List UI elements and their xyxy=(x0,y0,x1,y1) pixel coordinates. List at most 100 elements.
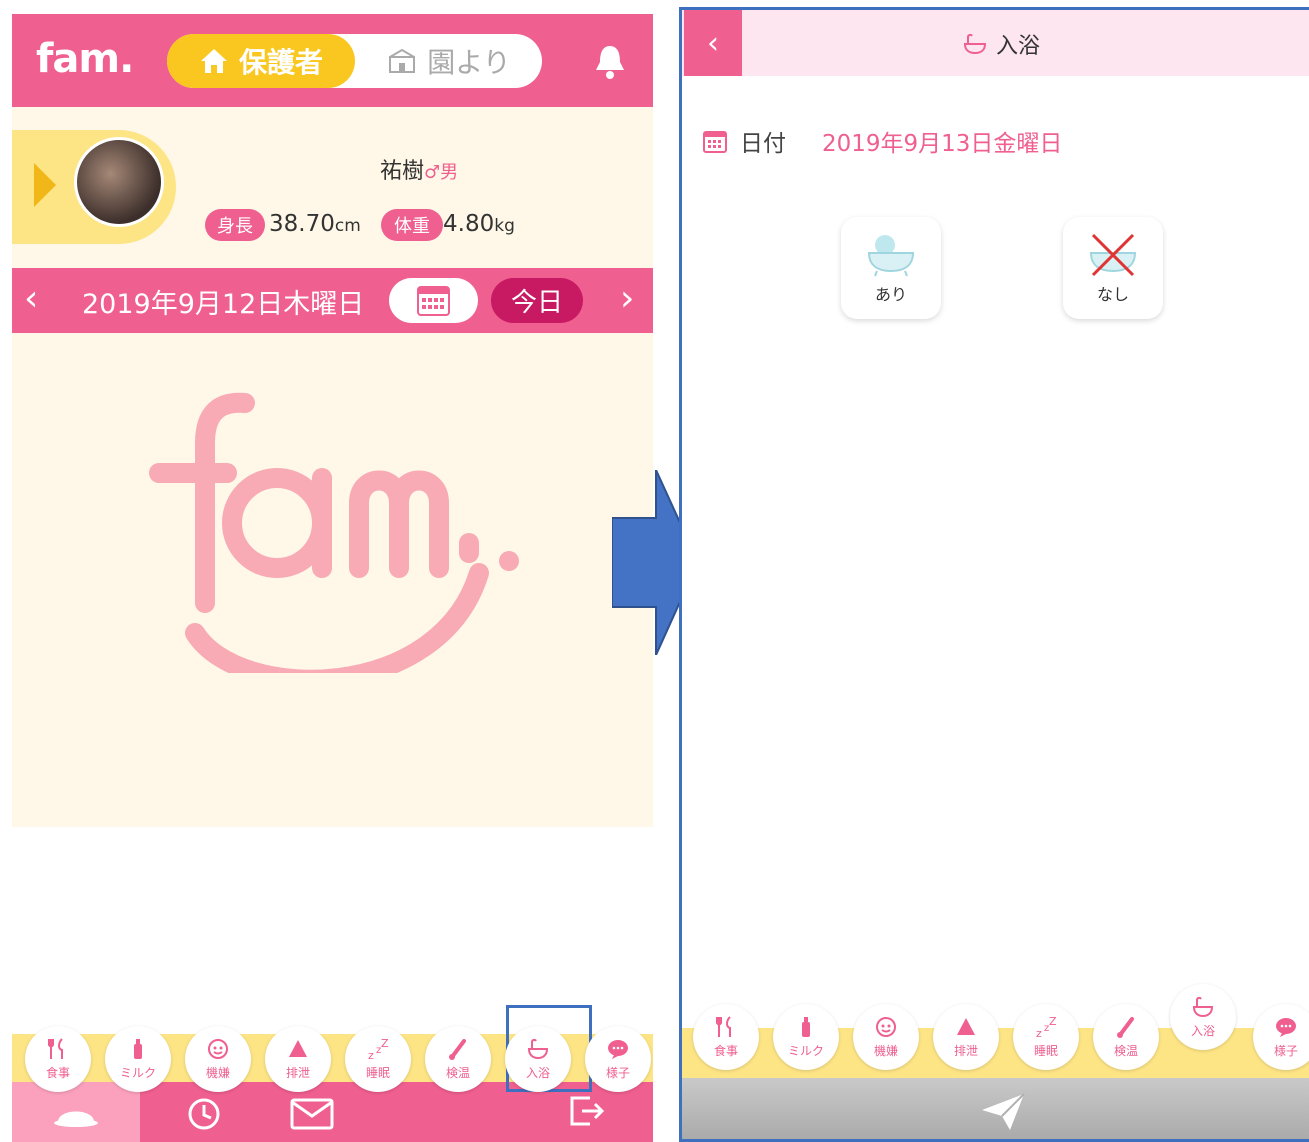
nav-label: 睡眠 xyxy=(1033,1044,1058,1058)
nav-label: 様子 xyxy=(605,1066,630,1080)
bathtub-no-icon xyxy=(1089,233,1137,277)
mail-icon[interactable] xyxy=(290,1098,334,1130)
logout-icon[interactable] xyxy=(568,1092,606,1130)
child-name-text: 祐樹 xyxy=(380,159,425,184)
nav-label: 食事 xyxy=(713,1044,738,1058)
utensils-icon xyxy=(716,1016,731,1037)
nav-label: 機嫌 xyxy=(205,1066,230,1080)
bathtub-icon xyxy=(1192,996,1214,1018)
svg-text:Z: Z xyxy=(1049,1015,1057,1028)
svg-text:Z: Z xyxy=(381,1037,389,1050)
nav-button-7[interactable]: 様子 xyxy=(585,1026,651,1092)
chat-bubble-icon xyxy=(1276,1018,1296,1037)
nav-label: 食事 xyxy=(45,1066,70,1080)
nav-button-5[interactable]: 検温 xyxy=(425,1026,491,1092)
bath-header: ‹ 入浴 xyxy=(682,10,1309,76)
height-unit: cm xyxy=(334,216,361,236)
main-content xyxy=(12,333,653,827)
fam-watermark-logo xyxy=(149,392,519,673)
date-value[interactable]: 2019年9月13日金曜日 xyxy=(822,124,1062,158)
school-tab-label: 園より xyxy=(427,46,511,79)
thermometer-icon xyxy=(449,1039,466,1060)
nav-button-2[interactable]: 機嫌 xyxy=(853,1004,919,1070)
nav-label: 排泄 xyxy=(953,1044,978,1058)
height-tag: 身長 xyxy=(205,209,265,241)
calendar-button[interactable] xyxy=(389,278,478,323)
nav-button-3[interactable]: 排泄 xyxy=(265,1026,331,1092)
bath-no-option[interactable]: なし xyxy=(1063,217,1163,319)
baby-face-icon xyxy=(208,1039,228,1059)
send-bar[interactable] xyxy=(682,1078,1309,1139)
bath-title: 入浴 xyxy=(962,28,1040,60)
svg-text:z: z xyxy=(1036,1027,1042,1039)
bottle-icon xyxy=(802,1017,810,1037)
calendar-icon xyxy=(417,286,450,316)
sleep-zzz-icon: z zZ xyxy=(1036,1015,1057,1039)
poop-icon xyxy=(957,1018,975,1035)
sleep-zzz-icon: z zZ xyxy=(368,1037,389,1061)
bathtub-yes-icon xyxy=(867,235,915,277)
prev-day-button[interactable]: ‹ xyxy=(24,278,38,319)
child-name: 祐樹♂男 xyxy=(380,153,458,185)
nav-label: 排泄 xyxy=(285,1066,310,1080)
height-number: 38.70 xyxy=(269,211,335,237)
chat-bubble-icon xyxy=(608,1040,628,1059)
nav-button-3[interactable]: 排泄 xyxy=(933,1004,999,1070)
expand-arrow-icon[interactable] xyxy=(34,163,56,207)
weight-tag: 体重 xyxy=(381,209,443,241)
poop-icon xyxy=(289,1040,307,1057)
child-sex: ♂男 xyxy=(424,162,459,183)
tab-home[interactable] xyxy=(12,1082,140,1142)
date-bar: ‹ 2019年9月12日木曜日 今日 › xyxy=(12,268,653,333)
fam-logo: fam. xyxy=(36,36,134,82)
nav-label: 睡眠 xyxy=(365,1066,390,1080)
today-button[interactable]: 今日 xyxy=(491,278,583,323)
nav-button-0[interactable]: 食事 xyxy=(25,1026,91,1092)
nav-label: 検温 xyxy=(1113,1044,1138,1058)
nav-button-4[interactable]: z z Z 睡眠 xyxy=(1013,1004,1079,1070)
nav-button-2[interactable]: 機嫌 xyxy=(185,1026,251,1092)
nav-button-0[interactable]: 食事 xyxy=(693,1004,759,1070)
school-icon xyxy=(389,48,416,73)
nav-button-6[interactable]: 入浴 xyxy=(505,1026,571,1092)
parent-tab[interactable]: 保護者 xyxy=(167,34,355,88)
nav-button-1[interactable]: ミルク xyxy=(105,1026,171,1092)
parent-tab-label: 保護者 xyxy=(238,46,323,79)
utensils-icon xyxy=(48,1038,63,1059)
nav-label: 様子 xyxy=(1273,1044,1298,1058)
bath-yes-option[interactable]: あり xyxy=(841,217,941,319)
back-button[interactable]: ‹ xyxy=(684,10,742,76)
bath-yes-label: あり xyxy=(874,285,907,304)
nav-label: ミルク xyxy=(787,1044,824,1058)
nav-button-1[interactable]: ミルク xyxy=(773,1004,839,1070)
child-avatar xyxy=(74,137,164,227)
weight-number: 4.80 xyxy=(443,211,495,237)
calendar-icon xyxy=(703,131,727,153)
svg-text:z: z xyxy=(368,1049,374,1061)
nav-button-5[interactable]: 検温 xyxy=(1093,1004,1159,1070)
school-tab[interactable]: 園より xyxy=(359,34,539,88)
current-date: 2019年9月12日木曜日 xyxy=(82,289,365,320)
nav-button-6[interactable]: 入浴 xyxy=(1170,984,1236,1050)
bathtub-icon xyxy=(963,33,987,55)
app-header: fam. 保護者 園より xyxy=(12,14,653,107)
date-label: 日付 xyxy=(740,131,786,157)
nav-label: ミルク xyxy=(119,1066,156,1080)
clock-icon[interactable] xyxy=(186,1096,222,1132)
left-screen: fam. 保護者 園より 祐樹♂男 身長 38.70cm 体重 4.80kg ‹… xyxy=(12,14,653,1142)
next-day-button[interactable]: › xyxy=(620,278,634,319)
baby-face-icon xyxy=(876,1017,896,1037)
child-profile: 祐樹♂男 身長 38.70cm 体重 4.80kg xyxy=(12,107,653,268)
bath-no-label: なし xyxy=(1096,285,1129,304)
hat-icon xyxy=(54,1111,98,1127)
weight-unit: kg xyxy=(494,216,515,236)
nav-label: 機嫌 xyxy=(873,1044,898,1058)
height-value: 38.70cm xyxy=(269,211,361,237)
nav-label: 入浴 xyxy=(525,1066,550,1080)
nav-button-4[interactable]: z z Z 睡眠 xyxy=(345,1026,411,1092)
right-screen: ‹ 入浴 日付 2019年9月13日金曜日 あり なし 食事 ミルク 機嫌 排泄 z z Z… xyxy=(679,7,1309,1142)
bell-icon[interactable] xyxy=(590,42,630,82)
role-toggle: 保護者 園より xyxy=(167,34,542,88)
paper-plane-icon[interactable] xyxy=(980,1092,1026,1132)
bottle-icon xyxy=(134,1039,142,1059)
